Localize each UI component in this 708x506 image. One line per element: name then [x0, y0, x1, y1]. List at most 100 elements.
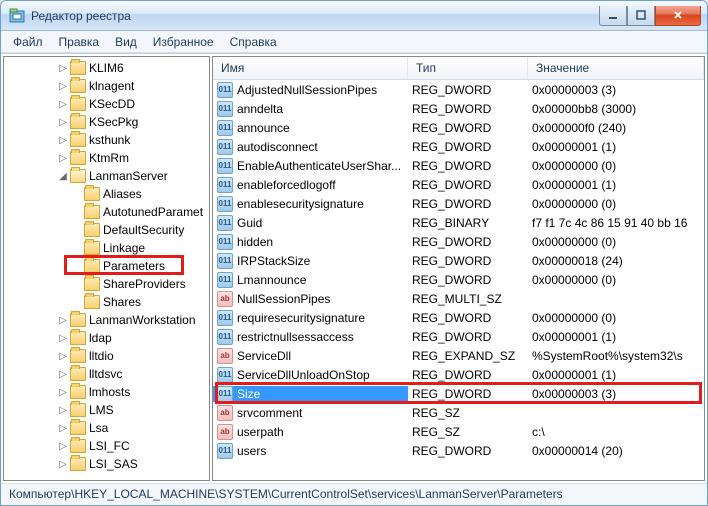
tree-item[interactable]: ◢LanmanServer	[4, 167, 209, 185]
value-name: autodisconnect	[237, 140, 318, 154]
expander-icon[interactable]: ▷	[56, 423, 70, 434]
tree-item[interactable]: ▷ldap	[4, 329, 209, 347]
titlebar[interactable]: Редактор реестра	[1, 1, 707, 31]
value-type: REG_DWORD	[408, 140, 528, 154]
tree-item[interactable]: ▷ LSI_FC	[4, 437, 209, 455]
list-body[interactable]: 011AdjustedNullSessionPipesREG_DWORD0x00…	[213, 80, 704, 480]
binary-value-icon: 011	[217, 82, 233, 98]
tree-pane[interactable]: ▷KLIM6▷klnagent▷KSecDD▷KSecPkg▷ksthunk▷K…	[3, 56, 210, 481]
tree-item[interactable]: ▷LSI_SAS	[4, 455, 209, 473]
value-row[interactable]: 011GuidREG_BINARYf7 f1 7c 4c 86 15 91 40…	[213, 213, 704, 232]
value-data: c:\	[528, 425, 704, 439]
tree-item[interactable]: ▷klnagent	[4, 77, 209, 95]
value-name: Lmannounce	[237, 273, 306, 287]
value-type: REG_EXPAND_SZ	[408, 349, 528, 363]
col-header-name[interactable]: Имя	[213, 57, 408, 79]
window-title: Редактор реестра	[31, 9, 599, 23]
value-name: anndelta	[237, 102, 283, 116]
value-row[interactable]: 011hiddenREG_DWORD0x00000000 (0)	[213, 232, 704, 251]
binary-value-icon: 011	[217, 253, 233, 269]
value-row[interactable]: 011ServiceDllUnloadOnStopREG_DWORD0x0000…	[213, 365, 704, 384]
expander-icon[interactable]: ▷	[56, 369, 70, 380]
menu-edit[interactable]: Правка	[51, 33, 108, 51]
value-row[interactable]: absrvcommentREG_SZ	[213, 403, 704, 422]
value-row[interactable]: 011requiresecuritysignatureREG_DWORD0x00…	[213, 308, 704, 327]
tree-item[interactable]: ShareProviders	[4, 275, 209, 293]
value-row[interactable]: 011SizeREG_DWORD0x00000003 (3)	[213, 384, 704, 403]
menu-view[interactable]: Вид	[107, 33, 145, 51]
value-row[interactable]: 011announceREG_DWORD0x000000f0 (240)	[213, 118, 704, 137]
tree-item[interactable]: Aliases	[4, 185, 209, 203]
col-header-data[interactable]: Значение	[528, 57, 704, 79]
menu-help[interactable]: Справка	[222, 33, 285, 51]
expander-icon[interactable]: ▷	[56, 459, 70, 470]
menu-favorites[interactable]: Избранное	[145, 33, 222, 51]
folder-icon	[70, 97, 86, 111]
tree-item[interactable]: ▷ lmhosts	[4, 383, 209, 401]
value-row[interactable]: 011enableforcedlogoffREG_DWORD0x00000001…	[213, 175, 704, 194]
expander-icon[interactable]: ▷	[56, 315, 70, 326]
expander-icon[interactable]: ▷	[56, 153, 70, 164]
value-row[interactable]: abServiceDllREG_EXPAND_SZ%SystemRoot%\sy…	[213, 346, 704, 365]
expander-icon[interactable]: ▷	[56, 81, 70, 92]
tree-item[interactable]: Shares	[4, 293, 209, 311]
tree-label: ShareProviders	[103, 277, 186, 291]
tree-label: lmhosts	[89, 385, 130, 399]
value-row[interactable]: 011AdjustedNullSessionPipesREG_DWORD0x00…	[213, 80, 704, 99]
expander-icon[interactable]: ▷	[56, 441, 70, 452]
value-type: REG_DWORD	[408, 121, 528, 135]
tree-item[interactable]: ▷KSecPkg	[4, 113, 209, 131]
tree-item[interactable]: ▷ KSecDD	[4, 95, 209, 113]
tree-item[interactable]: ▷ksthunk	[4, 131, 209, 149]
tree-item[interactable]: ▷KtmRm	[4, 149, 209, 167]
tree-label: LSI_FC	[89, 439, 130, 453]
menu-file[interactable]: Файл	[5, 33, 51, 51]
value-row[interactable]: 011IRPStackSizeREG_DWORD0x00000018 (24)	[213, 251, 704, 270]
value-row[interactable]: 011restrictnullsessaccessREG_DWORD0x0000…	[213, 327, 704, 346]
value-row[interactable]: 011EnableAuthenticateUserShar...REG_DWOR…	[213, 156, 704, 175]
tree-item[interactable]: AutotunedParamet	[4, 203, 209, 221]
value-row[interactable]: 011enablesecuritysignatureREG_DWORD0x000…	[213, 194, 704, 213]
close-button[interactable]	[655, 6, 701, 26]
expander-icon[interactable]: ▷	[56, 63, 70, 74]
value-row[interactable]: abNullSessionPipesREG_MULTI_SZ	[213, 289, 704, 308]
expander-icon[interactable]: ▷	[56, 117, 70, 128]
value-row[interactable]: 011 autodisconnect REG_DWORD0x00000001 (1)	[213, 137, 704, 156]
folder-icon	[84, 241, 100, 255]
tree-item[interactable]: Linkage	[4, 239, 209, 257]
value-type: REG_DWORD	[408, 311, 528, 325]
expander-icon[interactable]: ◢	[56, 171, 70, 182]
col-header-type[interactable]: Тип	[408, 57, 528, 79]
string-value-icon: ab	[217, 291, 233, 307]
expander-icon[interactable]: ▷	[56, 99, 70, 110]
value-data: 0x00000000 (0)	[528, 159, 704, 173]
value-data: 0x00000001 (1)	[528, 368, 704, 382]
tree-item[interactable]: ▷KLIM6	[4, 59, 209, 77]
tree-label: KSecDD	[89, 97, 135, 111]
value-type: REG_DWORD	[408, 254, 528, 268]
tree-item[interactable]: ▷lltdsvc	[4, 365, 209, 383]
expander-icon[interactable]: ▷	[56, 405, 70, 416]
expander-icon[interactable]: ▷	[56, 135, 70, 146]
expander-icon[interactable]: ▷	[56, 387, 70, 398]
folder-icon	[70, 169, 86, 183]
value-row[interactable]: 011anndeltaREG_DWORD0x00000bb8 (3000)	[213, 99, 704, 118]
maximize-button[interactable]	[627, 6, 655, 26]
binary-value-icon: 011	[217, 215, 233, 231]
tree-item[interactable]: ▷LanmanWorkstation	[4, 311, 209, 329]
tree-item[interactable]: Parameters	[4, 257, 209, 275]
value-data: 0x00000001 (1)	[528, 178, 704, 192]
tree-item[interactable]: ▷lltdio	[4, 347, 209, 365]
expander-icon[interactable]: ▷	[56, 351, 70, 362]
minimize-button[interactable]	[599, 6, 627, 26]
value-row[interactable]: abuserpathREG_SZc:\	[213, 422, 704, 441]
tree-item[interactable]: DefaultSecurity	[4, 221, 209, 239]
value-data: 0x00000001 (1)	[528, 140, 704, 154]
tree-item[interactable]: ▷Lsa	[4, 419, 209, 437]
binary-value-icon: 011	[217, 139, 233, 155]
value-row[interactable]: 011LmannounceREG_DWORD0x00000000 (0)	[213, 270, 704, 289]
value-data: %SystemRoot%\system32\s	[528, 349, 704, 363]
tree-item[interactable]: ▷LMS	[4, 401, 209, 419]
value-row[interactable]: 011usersREG_DWORD0x00000014 (20)	[213, 441, 704, 460]
expander-icon[interactable]: ▷	[56, 333, 70, 344]
